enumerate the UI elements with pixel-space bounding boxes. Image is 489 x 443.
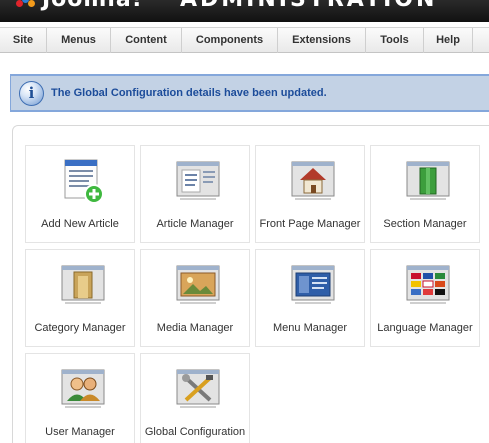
quickicon-label: Media Manager (156, 322, 234, 334)
category-manager-icon (61, 260, 105, 308)
quickicon-label: Category Manager (34, 322, 126, 334)
quickicon-label: Language Manager (377, 322, 473, 334)
menu-components[interactable]: Components (182, 28, 278, 53)
system-message: i The Global Configuration details have … (10, 74, 489, 112)
admin-title: ADMINISTRATION (180, 0, 437, 12)
quickicon-label: Front Page Manager (259, 218, 361, 230)
front-page-icon (291, 156, 335, 204)
info-icon: i (19, 81, 44, 106)
main-menu-bar: Site Menus Content Components Extensions… (0, 27, 489, 53)
menu-content[interactable]: Content (111, 28, 182, 53)
section-manager-icon (406, 156, 450, 204)
language-manager-icon (406, 260, 450, 308)
message-text: The Global Configuration details have be… (51, 87, 327, 99)
quickicon-label: Add New Article (41, 218, 119, 230)
media-manager-icon (176, 260, 220, 308)
menu-help[interactable]: Help (424, 28, 473, 53)
admin-header: Joomla! ADMINISTRATION (0, 0, 489, 22)
quickicon-section-manager[interactable]: Section Manager (370, 145, 480, 243)
quickicon-menu-manager[interactable]: Menu Manager (255, 249, 365, 347)
menu-site[interactable]: Site (0, 28, 47, 53)
global-configuration-icon (176, 364, 220, 412)
quickicon-category-manager[interactable]: Category Manager (25, 249, 135, 347)
quickicon-label: User Manager (45, 426, 115, 438)
quickicon-language-manager[interactable]: Language Manager (370, 249, 480, 347)
menu-menus[interactable]: Menus (47, 28, 111, 53)
quickicon-front-page-manager[interactable]: Front Page Manager (255, 145, 365, 243)
quickicon-add-new-article[interactable]: Add New Article (25, 145, 135, 243)
quickicon-media-manager[interactable]: Media Manager (140, 249, 250, 347)
quickicon-user-manager[interactable]: User Manager (25, 353, 135, 443)
user-manager-icon (61, 364, 105, 412)
add-article-icon (61, 156, 105, 204)
quickicon-article-manager[interactable]: Article Manager (140, 145, 250, 243)
article-manager-icon (176, 156, 220, 204)
menu-manager-icon (291, 260, 335, 308)
brand-name: Joomla! (42, 0, 143, 12)
quickicon-global-configuration[interactable]: Global Configuration (140, 353, 250, 443)
quickicon-label: Section Manager (383, 218, 467, 230)
joomla-logo-icon (16, 0, 38, 8)
menu-tools[interactable]: Tools (366, 28, 424, 53)
quickicon-label: Article Manager (156, 218, 234, 230)
quickicon-label: Menu Manager (273, 322, 347, 334)
quickicon-label: Global Configuration (144, 426, 246, 438)
menu-extensions[interactable]: Extensions (278, 28, 366, 53)
